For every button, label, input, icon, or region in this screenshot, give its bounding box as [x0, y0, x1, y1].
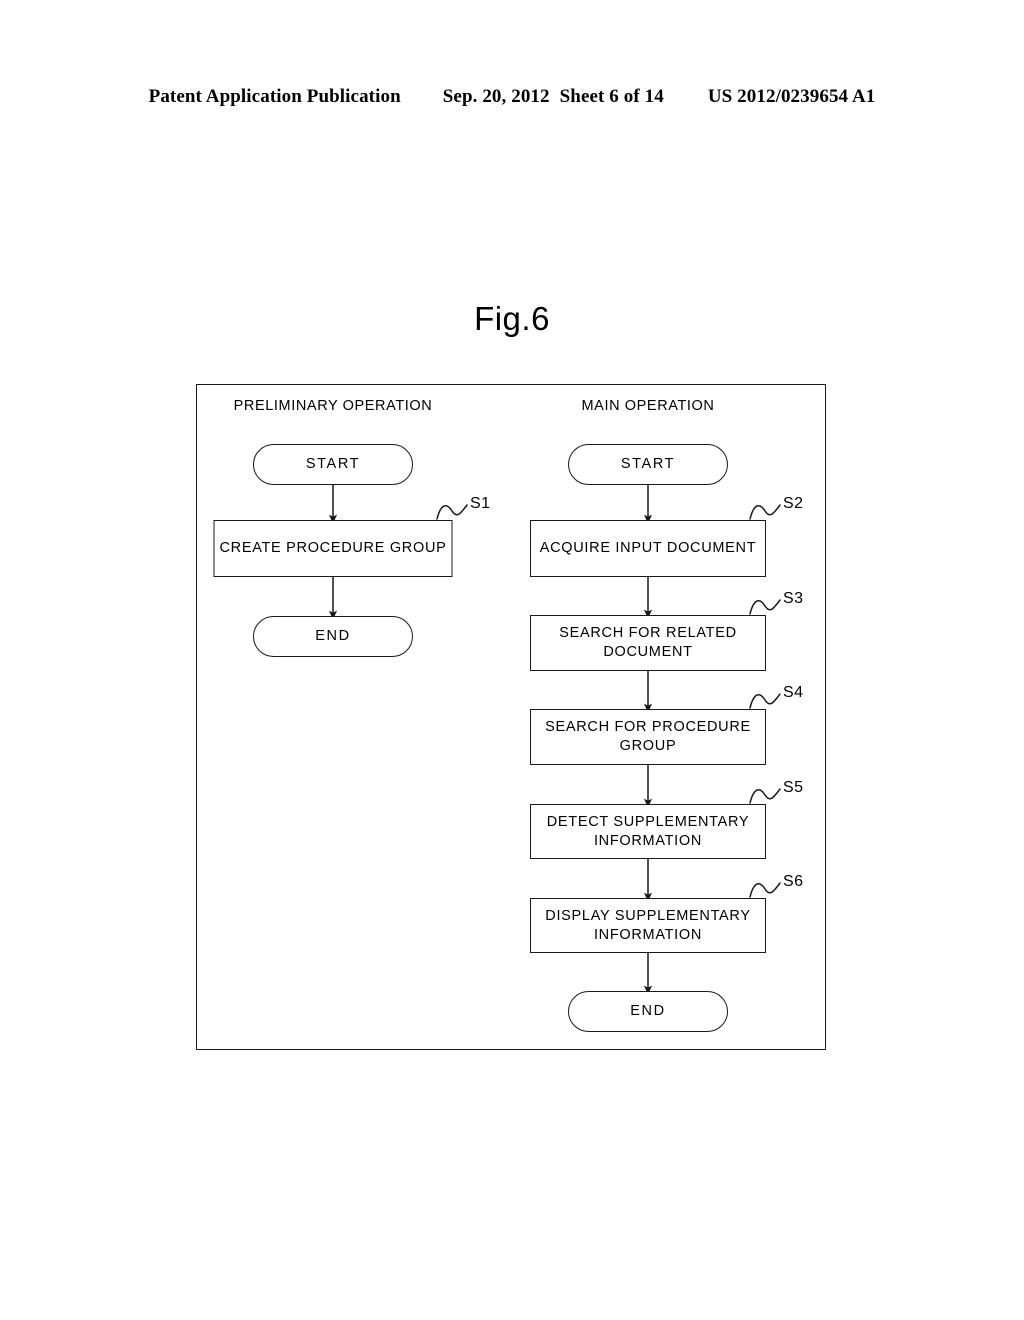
column-heading-main: MAIN OPERATION [581, 398, 715, 414]
preliminary-start-node[interactable]: START [253, 444, 413, 485]
main-start-node[interactable]: START [568, 444, 728, 485]
publication-number: US 2012/0239654 A1 [707, 86, 876, 107]
publication-label: Patent Application Publication [148, 86, 401, 107]
figure-title: Fig.6 [474, 300, 550, 337]
patent-running-header: Patent Application Publication Sep. 20, … [0, 86, 1024, 116]
publication-date: Sep. 20, 2012 [442, 86, 550, 107]
step-label-s6: S6 [783, 873, 804, 890]
main-step-s6[interactable]: DISPLAY SUPPLEMENTARY INFORMATION [530, 898, 766, 953]
column-heading-preliminary: PRELIMINARY OPERATION [233, 398, 433, 414]
main-end-node[interactable]: END [568, 991, 728, 1032]
patent-figure-page: Patent Application Publication Sep. 20, … [0, 0, 1024, 1320]
sheet-number: Sheet 6 of 14 [559, 86, 664, 107]
main-step-s5[interactable]: DETECT SUPPLEMENTARY INFORMATION [530, 804, 766, 859]
step-label-s1: S1 [470, 495, 491, 512]
preliminary-step-s1[interactable]: CREATE PROCEDURE GROUP [213, 520, 453, 577]
main-step-s4[interactable]: SEARCH FOR PROCEDURE GROUP [530, 709, 766, 765]
step-label-s5: S5 [783, 779, 804, 796]
preliminary-end-node[interactable]: END [253, 616, 413, 657]
main-step-s2[interactable]: ACQUIRE INPUT DOCUMENT [530, 520, 766, 577]
step-label-s4: S4 [783, 684, 804, 701]
step-label-s2: S2 [783, 495, 804, 512]
main-step-s3[interactable]: SEARCH FOR RELATED DOCUMENT [530, 615, 766, 671]
step-label-s3: S3 [783, 590, 804, 607]
